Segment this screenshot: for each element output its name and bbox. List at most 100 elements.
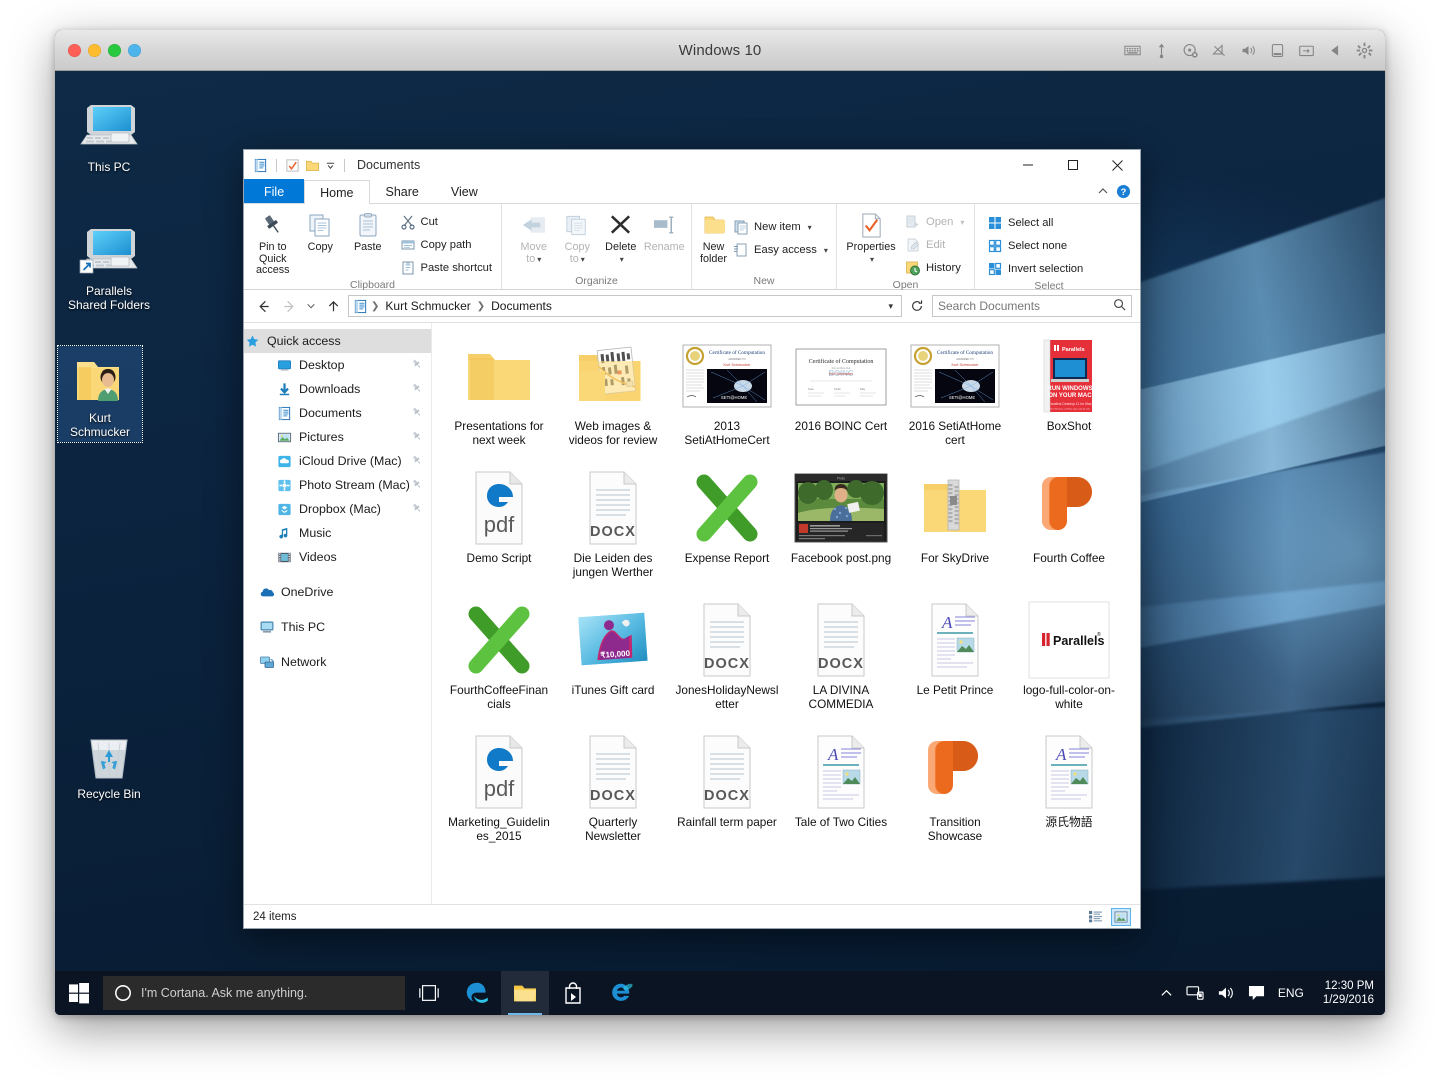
breadcrumb-item-documents[interactable]: Documents (488, 299, 555, 313)
pin-icon[interactable] (411, 502, 423, 517)
sidebar-item-network[interactable]: Network (244, 650, 431, 674)
pin-icon[interactable] (411, 382, 423, 397)
tab-file[interactable]: File (244, 179, 305, 203)
clock[interactable]: 12:30 PM 1/29/2016 (1317, 979, 1374, 1007)
view-buttons[interactable] (1085, 907, 1131, 926)
tab-home[interactable]: Home (304, 180, 370, 204)
navigation-pane[interactable]: Quick access Desktop Downloads Documents… (244, 323, 432, 904)
file-item[interactable]: DOCX Die Leiden des jungen Werther (556, 465, 670, 597)
file-item[interactable]: Certificate of Computation this certifie… (784, 333, 898, 465)
desktop-icon-parallels-shared-folders[interactable]: Parallels Shared Folders (61, 223, 157, 312)
details-view-icon[interactable] (1085, 908, 1105, 926)
pin-icon[interactable] (411, 454, 423, 469)
action-center-icon[interactable] (1248, 985, 1265, 1001)
file-item[interactable]: A Le Petit Prince (898, 597, 1012, 729)
search-input[interactable]: Search Documents (932, 295, 1132, 317)
edit-button[interactable]: Edit (901, 234, 968, 256)
volume-icon[interactable] (1240, 42, 1257, 59)
sidebar-item-icloud-drive[interactable]: iCloud Drive (Mac) (244, 449, 431, 473)
file-item[interactable]: Expense Report (670, 465, 784, 597)
tab-view[interactable]: View (435, 179, 494, 203)
windows-desktop[interactable]: This PC Parallels Shared Folders Kurt Sc… (55, 71, 1385, 1015)
copy-path-button[interactable]: Copy path (396, 234, 497, 256)
sidebar-item-desktop[interactable]: Desktop (244, 353, 431, 377)
select-none-button[interactable]: Select none (983, 235, 1087, 257)
documents-properties-icon[interactable] (253, 158, 268, 173)
help-icon[interactable]: ? (1116, 184, 1131, 199)
properties-button[interactable]: Properties ▾ (843, 208, 899, 265)
internet-explorer-icon[interactable] (597, 971, 645, 1015)
file-explorer-window[interactable]: Documents File Home Share View ? Pin to … (243, 149, 1141, 929)
recent-locations-button[interactable] (304, 295, 318, 317)
close-button[interactable] (1095, 150, 1140, 180)
file-item[interactable]: Parallels RUN WINDOWS ON YOUR MAC Parall… (1012, 333, 1126, 465)
pin-to-quick-access-button[interactable]: Pin to Quick access (249, 208, 297, 277)
sidebar-item-videos[interactable]: Videos (244, 545, 431, 569)
language-indicator[interactable]: ENG (1278, 986, 1304, 1000)
windows-start-icon[interactable] (55, 971, 103, 1015)
battery-icon[interactable] (1269, 42, 1286, 59)
file-item[interactable]: FourthCoffeeFinancials (442, 597, 556, 729)
file-item[interactable]: Certificate of Computation AWARDED TO Ku… (670, 333, 784, 465)
rename-button[interactable]: Rename (643, 208, 687, 254)
easy-access-button[interactable]: Easy access ▾ (729, 239, 832, 261)
pin-icon[interactable] (411, 430, 423, 445)
copy-to-button[interactable]: Copy to ▾ (556, 208, 600, 265)
address-bar[interactable]: ❯ Kurt Schmucker ❯ Documents ▾ Search Do… (244, 290, 1140, 322)
paste-shortcut-button[interactable]: Paste shortcut (396, 257, 497, 279)
sidebar-item-this-pc[interactable]: This PC (244, 615, 431, 639)
open-button[interactable]: Open ▾ (901, 211, 968, 233)
maximize-button[interactable] (1050, 150, 1095, 180)
chevron-down-icon[interactable]: ▾ (537, 255, 541, 264)
desktop-icon-kurt-schmucker[interactable]: Kurt Schmucker (57, 345, 143, 443)
sidebar-item-documents[interactable]: Documents (244, 401, 431, 425)
up-button[interactable] (322, 295, 344, 317)
folder-icon[interactable] (305, 158, 320, 173)
volume-icon[interactable] (1217, 985, 1235, 1001)
file-item[interactable]: DOCX JonesHolidayNewsletter (670, 597, 784, 729)
sidebar-item-music[interactable]: Music (244, 521, 431, 545)
file-item[interactable]: pdf Marketing_Guidelines_2015 (442, 729, 556, 861)
microsoft-edge-icon[interactable] (453, 971, 501, 1015)
chevron-down-icon[interactable]: ▾ (960, 218, 964, 227)
file-item[interactable]: DOCX Quarterly Newsletter (556, 729, 670, 861)
file-item[interactable]: Fourth Coffee (1012, 465, 1126, 597)
sidebar-item-onedrive[interactable]: OneDrive (244, 580, 431, 604)
sidebar-item-dropbox[interactable]: Dropbox (Mac) (244, 497, 431, 521)
sidebar-item-downloads[interactable]: Downloads (244, 377, 431, 401)
collapse-ribbon-icon[interactable] (1097, 185, 1109, 197)
invert-selection-button[interactable]: Invert selection (983, 258, 1087, 280)
select-all-button[interactable]: Select all (983, 212, 1087, 234)
file-item[interactable]: Photo Facebook post.png (784, 465, 898, 597)
back-button[interactable] (252, 295, 274, 317)
cut-button[interactable]: Cut (396, 211, 497, 233)
task-view-icon[interactable] (405, 971, 453, 1015)
pin-icon[interactable] (411, 406, 423, 421)
gear-icon[interactable] (1356, 42, 1373, 59)
file-item[interactable]: Certificate of Computation AWARDED TO Ku… (898, 333, 1012, 465)
paste-button[interactable]: Paste (344, 208, 392, 254)
file-item[interactable]: DOCX LA DIVINA COMMEDIA (784, 597, 898, 729)
usb-icon[interactable] (1153, 42, 1170, 59)
file-item[interactable]: A Tale of Two Cities (784, 729, 898, 861)
breadcrumb[interactable]: ❯ Kurt Schmucker ❯ Documents ▾ (348, 295, 902, 317)
chevron-down-icon[interactable]: ▾ (870, 255, 874, 264)
file-item[interactable]: Presentations for next week (442, 333, 556, 465)
chevron-down-icon[interactable]: ▾ (620, 255, 624, 264)
delete-button[interactable]: Delete ▾ (599, 208, 643, 265)
quick-access-toolbar[interactable] (244, 158, 348, 173)
network-icon[interactable] (1186, 985, 1204, 1001)
sidebar-item-quick-access[interactable]: Quick access (244, 329, 431, 353)
forward-button[interactable] (278, 295, 300, 317)
explorer-window-buttons[interactable] (1005, 150, 1140, 180)
show-hidden-icons-chevron[interactable] (1160, 987, 1173, 1000)
cortana-search-box[interactable]: I'm Cortana. Ask me anything. (103, 976, 405, 1010)
sidebar-item-pictures[interactable]: Pictures (244, 425, 431, 449)
network-disconnected-icon[interactable] (1211, 42, 1228, 59)
shared-folder-icon[interactable] (1298, 42, 1315, 59)
file-item[interactable]: ₹10,000 iTunes Gift card (556, 597, 670, 729)
chevron-down-icon[interactable]: ▾ (824, 246, 828, 255)
copy-button[interactable]: Copy (297, 208, 345, 254)
large-icons-view-icon[interactable] (1111, 907, 1131, 926)
new-item-button[interactable]: New item ▾ (729, 216, 832, 238)
